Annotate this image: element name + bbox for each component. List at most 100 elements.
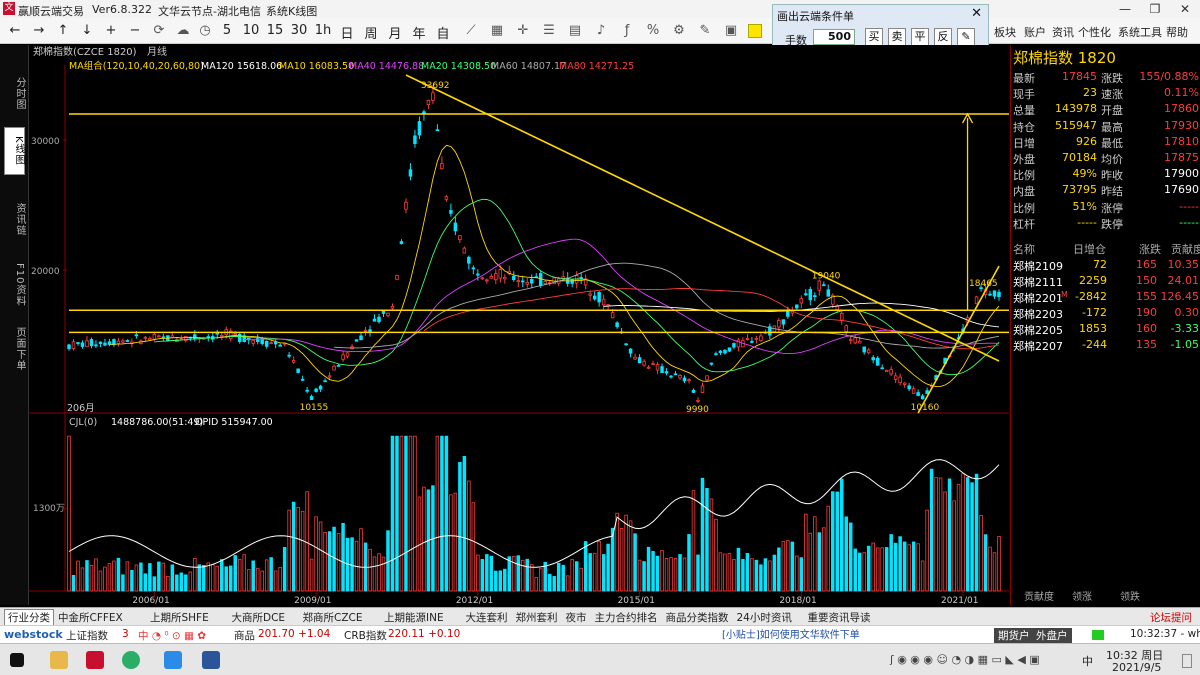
period-day-button[interactable]: 日 [336, 23, 358, 42]
category-item[interactable]: 24小时资讯 [737, 610, 792, 625]
contract-name[interactable]: 郑棉2111 [1013, 274, 1063, 290]
zoom-out-icon[interactable]: − [124, 23, 146, 38]
contract-row[interactable]: 郑棉2203 -172 190 0.30 [1011, 305, 1200, 321]
category-item[interactable]: 夜市 [566, 610, 587, 625]
tab-page-order[interactable]: 页面下单 [4, 321, 25, 377]
category-item[interactable]: 中金所CFFEX [58, 610, 123, 625]
close-position-button[interactable]: 平 [911, 28, 929, 46]
category-item[interactable]: 重要资讯导读 [808, 610, 871, 625]
close-button[interactable]: ✕ [1170, 1, 1200, 17]
period-30m-button[interactable]: 30 [288, 23, 310, 38]
crosshair-icon[interactable]: ✛ [512, 23, 534, 38]
category-item[interactable]: 上期能源INE [384, 610, 444, 625]
draw-line-icon[interactable]: ⟋ [460, 23, 482, 38]
contract-name[interactable]: 郑棉2109 [1013, 258, 1063, 274]
chart-icon[interactable]: ▤ [564, 23, 586, 38]
chart-period[interactable]: 月线 [147, 45, 167, 58]
timer-icon[interactable]: ◷ [194, 23, 216, 38]
menu-account[interactable]: 账户 [1024, 24, 1046, 40]
tab-contribution[interactable]: 贡献度 [1024, 588, 1054, 603]
period-custom-button[interactable]: 自 [432, 23, 454, 42]
menu-system-tools[interactable]: 系统工具 [1118, 24, 1162, 40]
futures-account-button[interactable]: 期货户 [994, 628, 1034, 643]
f-icon[interactable]: ƒ [616, 23, 638, 38]
menu-personalize[interactable]: 个性化 [1078, 24, 1111, 40]
chart-symbol[interactable]: 郑棉指数(CZCE 1820) [33, 45, 137, 58]
wenhua-app-icon[interactable] [86, 651, 104, 669]
tray-icons[interactable]: ʃ ◉ ◉ ◉ ☺ ◔ ◑ ▦ ▭ ◣ ◀ ▣ [890, 653, 1040, 666]
window-icon[interactable]: ▣ [720, 23, 742, 38]
bell-icon[interactable]: ♪ [590, 23, 612, 38]
ma-combo-label[interactable]: MA组合(120,10,40,20,60,80) [69, 60, 204, 72]
buy-button[interactable]: 买 [865, 28, 883, 46]
period-10m-button[interactable]: 10 [240, 23, 262, 38]
col-contribution[interactable]: 贡献度 [1171, 241, 1200, 257]
file-explorer-icon[interactable] [50, 651, 68, 669]
menu-sector[interactable]: 板块 [994, 24, 1016, 40]
period-1h-button[interactable]: 1h [312, 23, 334, 38]
tip-link[interactable]: [小贴士]如何使用文华软件下单 [722, 626, 860, 641]
qty-input[interactable]: 500 [813, 29, 855, 45]
category-item[interactable]: 郑商所CZCE [303, 610, 363, 625]
percent-icon[interactable]: % [642, 23, 664, 38]
ime-indicator[interactable]: 中 [1082, 653, 1093, 669]
menu-news[interactable]: 资讯 [1052, 24, 1074, 40]
draw-order-icon[interactable]: ✎ [957, 28, 975, 46]
menu-help[interactable]: 帮助 [1166, 24, 1188, 40]
category-item[interactable]: 商品分类指数 [666, 610, 729, 625]
tools-icon[interactable]: ✎ [694, 23, 716, 38]
contract-row[interactable]: 郑棉2111 2259 150 24.01 [1011, 273, 1200, 289]
maximize-button[interactable]: ❐ [1140, 1, 1170, 17]
tab-leading-down[interactable]: 领跌 [1120, 588, 1140, 603]
col-oi-change[interactable]: 日增仓 [1073, 241, 1106, 257]
contract-row[interactable]: 郑棉2205 1853 160 -3.33 [1011, 321, 1200, 337]
tab-intraday[interactable]: 分时图 [4, 69, 25, 117]
foreign-account-button[interactable]: 外盘户 [1032, 628, 1072, 643]
up-icon[interactable]: ↑ [52, 23, 74, 38]
browser-icon[interactable] [164, 651, 182, 669]
notification-icon[interactable] [1182, 654, 1192, 668]
contract-row[interactable]: 郑棉2109 72 165 10.35 [1011, 257, 1200, 273]
volume-label[interactable]: CJL(0) [69, 417, 97, 428]
word-icon[interactable] [202, 651, 220, 669]
contract-row[interactable]: 郑棉2201 M -2842 155 126.45 [1011, 289, 1200, 305]
category-item[interactable]: 主力合约排名 [595, 610, 658, 625]
cloud-icon[interactable]: ☁ [172, 23, 194, 38]
forum-link[interactable]: 论坛提问 [1150, 610, 1192, 625]
col-change[interactable]: 涨跌 [1139, 241, 1161, 257]
category-item[interactable]: 行业分类 [4, 609, 54, 626]
zoom-in-icon[interactable]: + [100, 23, 122, 38]
chart-svg[interactable]: 郑棉指数(CZCE 1820) 月线 MA组合(120,10,40,20,60,… [29, 45, 1009, 605]
kline-chart[interactable]: 郑棉指数(CZCE 1820) 月线 MA组合(120,10,40,20,60,… [29, 45, 1009, 605]
wechat-icon[interactable] [122, 651, 140, 669]
tab-kline[interactable]: K线图 [4, 127, 25, 175]
period-week-button[interactable]: 周 [360, 23, 382, 42]
color-icon[interactable] [748, 24, 762, 38]
dialog-close-icon[interactable]: ✕ [971, 6, 982, 21]
refresh-icon[interactable]: ⟳ [148, 23, 170, 38]
period-5m-button[interactable]: 5 [216, 23, 238, 38]
back-icon[interactable]: ← [4, 23, 26, 38]
sell-button[interactable]: 卖 [888, 28, 906, 46]
category-item[interactable]: 大连套利 [466, 610, 508, 625]
category-item[interactable]: 上期所SHFE [150, 610, 209, 625]
tab-news-chain[interactable]: 资讯链 [4, 195, 25, 243]
contract-name[interactable]: 郑棉2207 [1013, 338, 1063, 354]
tool-icons[interactable]: 中 ◔ ⁰ ⊙ ▦ ✿ [138, 628, 206, 643]
contract-name[interactable]: 郑棉2203 [1013, 306, 1063, 322]
grid-icon[interactable]: ▦ [486, 23, 508, 38]
contract-name[interactable]: 郑棉2205 [1013, 322, 1063, 338]
contract-row[interactable]: 郑棉2207 -244 135 -1.05 [1011, 337, 1200, 353]
minimize-button[interactable]: — [1110, 1, 1140, 17]
contract-name[interactable]: 郑棉2201 [1013, 290, 1063, 306]
tab-f10[interactable]: F10资料 [4, 255, 25, 315]
forward-icon[interactable]: → [28, 23, 50, 38]
reverse-button[interactable]: 反 [934, 28, 952, 46]
category-item[interactable]: 大商所DCE [232, 610, 286, 625]
col-name[interactable]: 名称 [1013, 241, 1035, 257]
windows-start-icon[interactable] [10, 653, 24, 667]
settings-icon[interactable]: ⚙ [668, 23, 690, 38]
list-icon[interactable]: ☰ [538, 23, 560, 38]
period-15m-button[interactable]: 15 [264, 23, 286, 38]
down-icon[interactable]: ↓ [76, 23, 98, 38]
